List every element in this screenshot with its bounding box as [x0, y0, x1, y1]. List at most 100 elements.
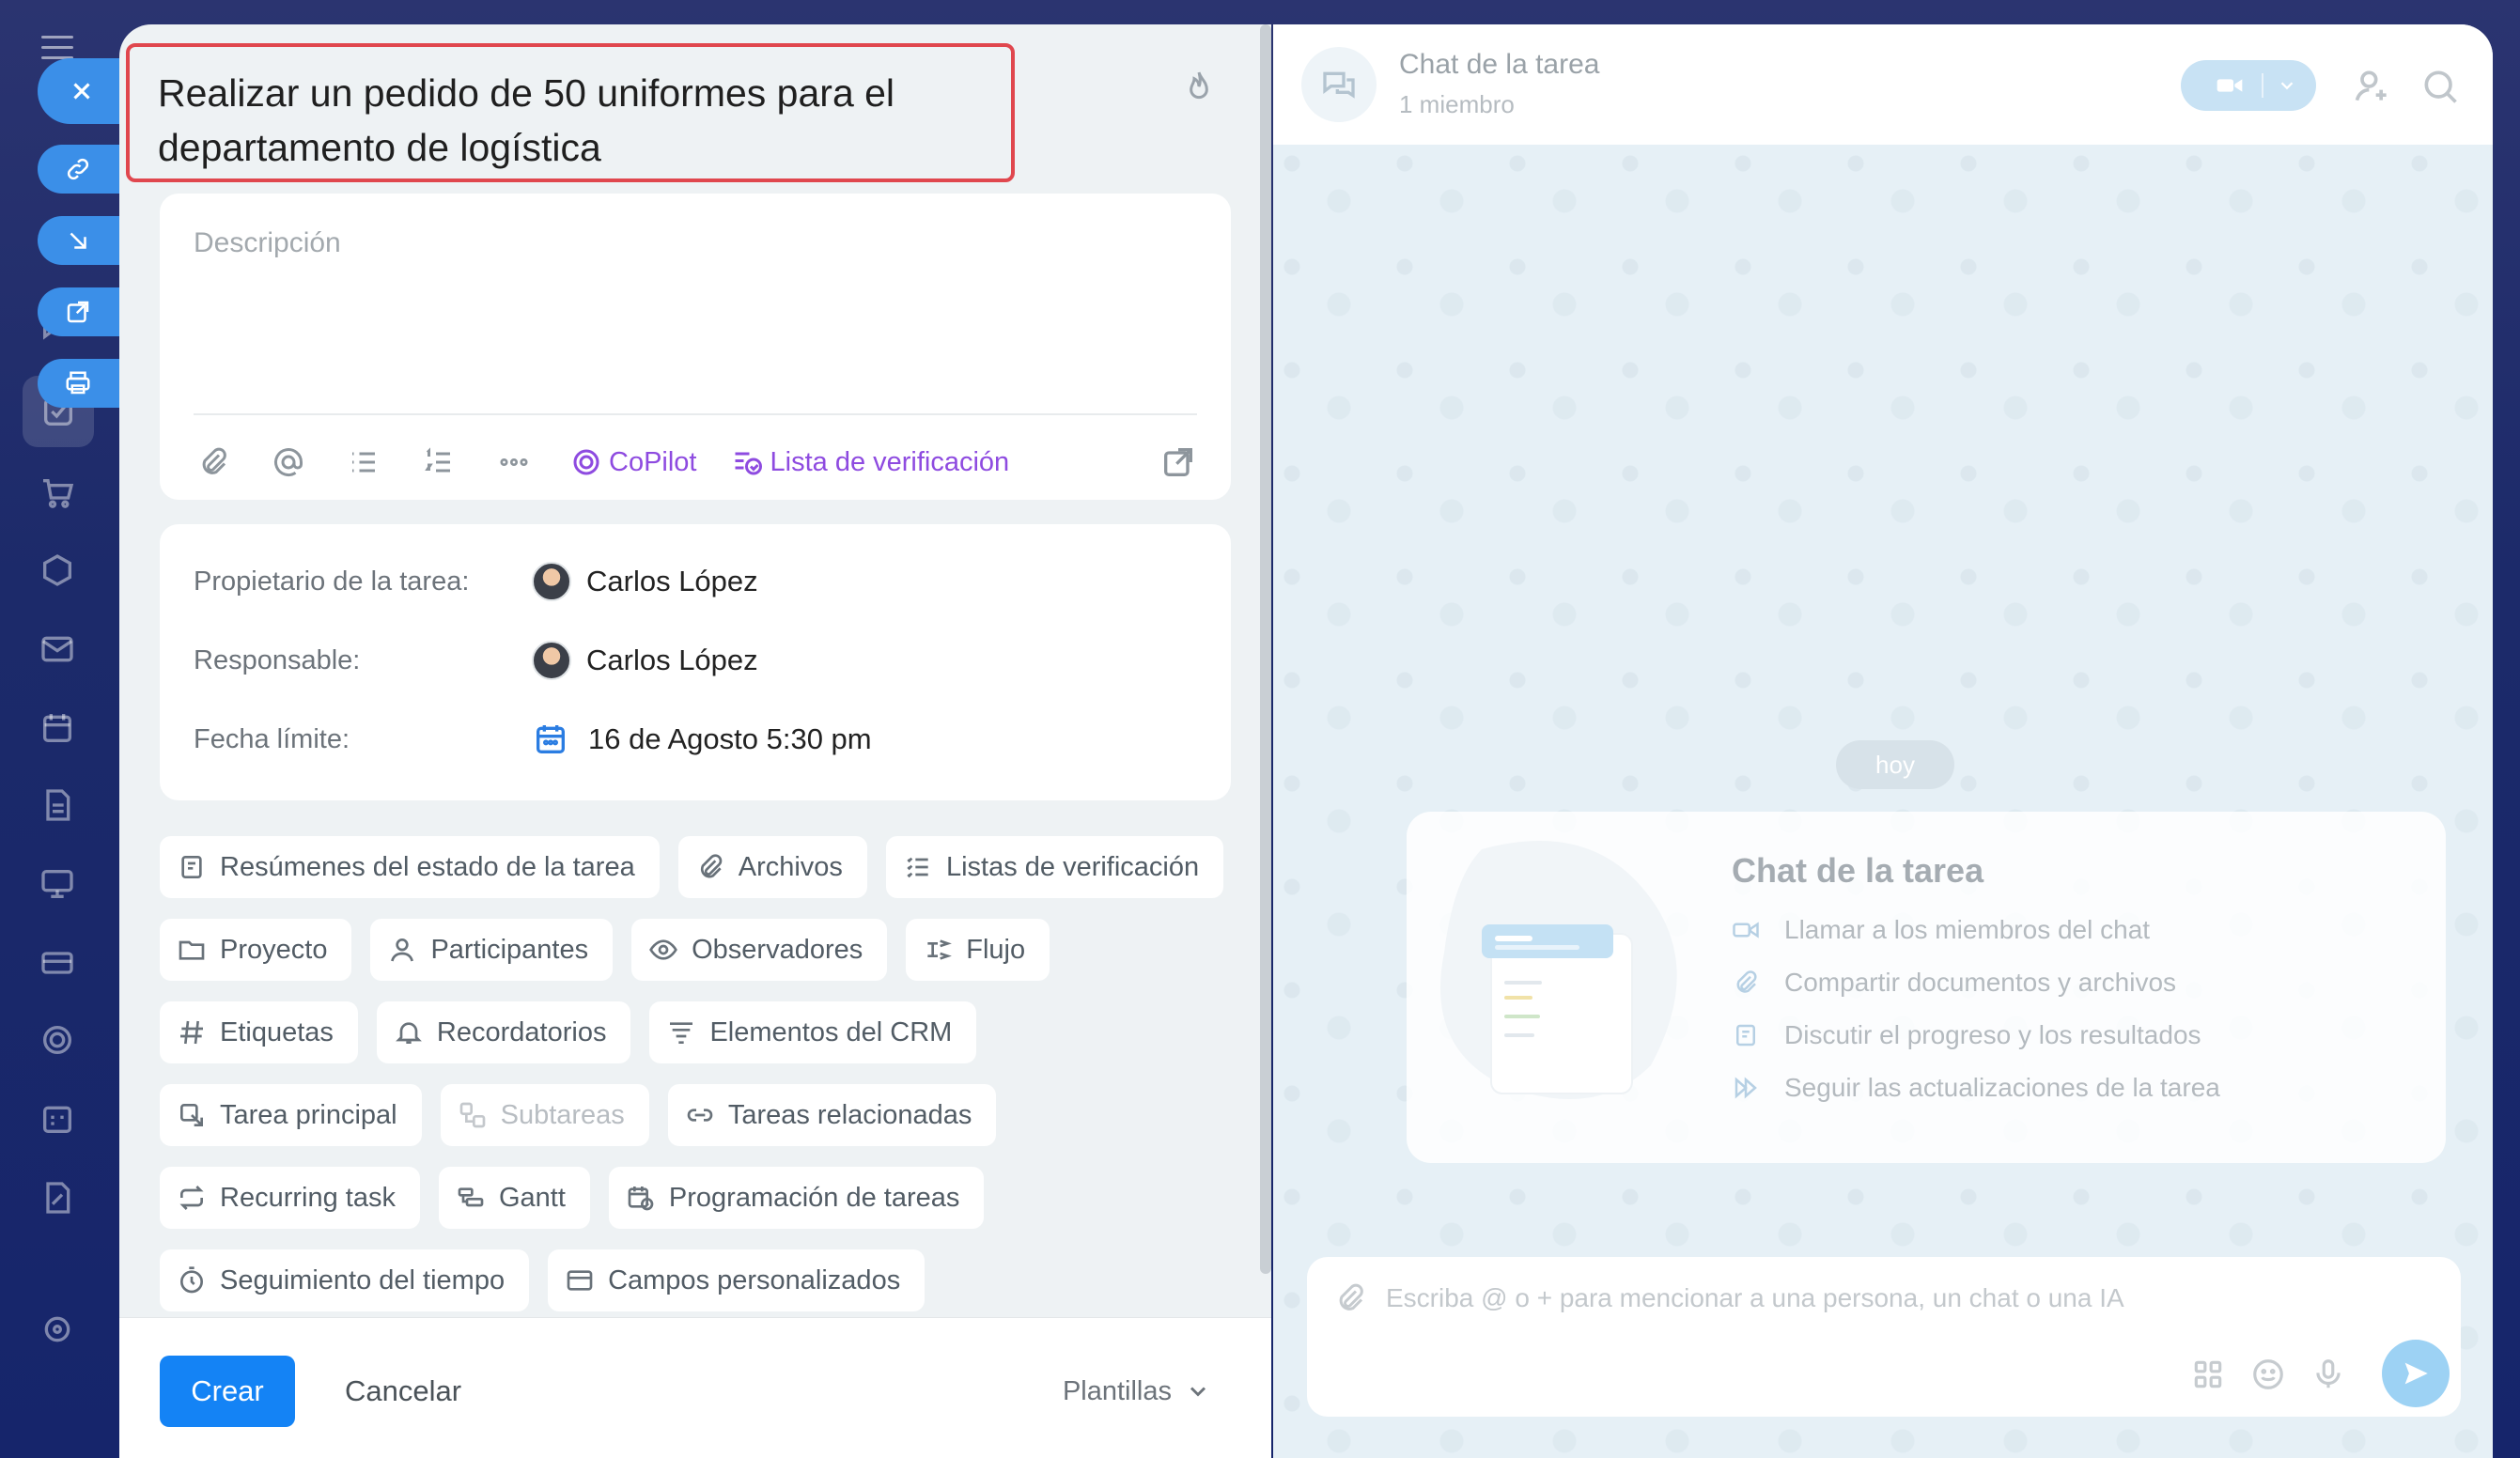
chat-input-placeholder[interactable]: Escriba @ o + para mencionar a una perso… [1386, 1283, 2124, 1313]
fire-icon[interactable] [1180, 68, 1218, 109]
welcome-title: Chat de la tarea [1732, 851, 1984, 890]
chip-time-tracking[interactable]: Seguimiento del tiempo [160, 1249, 530, 1311]
owner-label: Propietario de la tarea: [194, 566, 470, 597]
minimize-button[interactable] [38, 216, 122, 265]
chip-gantt[interactable]: Gantt [438, 1167, 590, 1229]
chip-checklists[interactable]: Listas de verificación [885, 836, 1224, 898]
folder-icon [179, 940, 205, 960]
task-title-input[interactable]: Realizar un pedido de 50 uniformes para … [126, 43, 1015, 182]
chip-label: Seguimiento del tiempo [220, 1264, 506, 1295]
card-icon[interactable] [34, 939, 81, 986]
chip-label: Gantt [498, 1182, 566, 1213]
parent-task-icon [180, 1104, 203, 1126]
flow-icon [927, 939, 953, 960]
close-button[interactable] [38, 58, 126, 124]
video-camera-icon [1733, 922, 1759, 938]
task-footer: Crear Cancelar Plantillas [119, 1317, 1271, 1458]
chip-custom-fields[interactable]: Campos personalizados [548, 1249, 926, 1311]
link-icon [687, 1109, 713, 1122]
repeat-icon [179, 1186, 204, 1210]
chip-label: Flujo [966, 934, 1026, 965]
chat-member-count[interactable]: 1 miembro [1399, 90, 1515, 119]
chevron-down-icon [1190, 1387, 1206, 1397]
presentation-icon[interactable] [34, 861, 81, 907]
description-editor[interactable]: Descripción CoPilot Lista de verificació… [160, 194, 1231, 500]
numbered-list-icon[interactable] [419, 442, 459, 482]
deadline-value[interactable]: 16 de Agosto 5:30 pm [532, 721, 872, 758]
welcome-item-share: Compartir documentos y archivos [1732, 968, 2176, 998]
checklist-icon [907, 857, 928, 878]
chip-parent-task[interactable]: Tarea principal [160, 1084, 422, 1146]
microphone-icon[interactable] [2310, 1357, 2346, 1392]
mail-icon[interactable] [34, 626, 81, 673]
chip-flow[interactable]: Flujo [906, 919, 1050, 981]
chip-row: Etiquetas Recordatorios Elementos del CR… [160, 1001, 995, 1063]
emoji-icon[interactable] [2250, 1357, 2286, 1392]
attach-icon[interactable] [194, 442, 233, 482]
calendar-icon[interactable] [34, 705, 81, 752]
create-button[interactable]: Crear [160, 1356, 295, 1427]
hexagon-icon[interactable] [34, 547, 81, 594]
chip-crm-items[interactable]: Elementos del CRM [649, 1001, 977, 1063]
chip-task-scheduling[interactable]: Programación de tareas [608, 1167, 985, 1229]
chat-title: Chat de la tarea [1399, 49, 1600, 80]
mention-icon[interactable] [269, 442, 308, 482]
copy-link-button[interactable] [38, 145, 122, 194]
chat-header: Chat de la tarea 1 miembro [1273, 24, 2493, 145]
attach-icon[interactable] [1333, 1281, 1367, 1315]
chip-recurring-task[interactable]: Recurring task [160, 1167, 420, 1229]
chip-project[interactable]: Proyecto [160, 919, 352, 981]
chip-label: Subtareas [500, 1099, 625, 1130]
expand-editor-icon[interactable] [1159, 443, 1197, 481]
search-icon[interactable] [2419, 66, 2461, 107]
copilot-icon [573, 449, 599, 475]
hashtag-icon [180, 1020, 203, 1045]
chip-label: Recordatorios [436, 1016, 607, 1047]
chevron-down-icon[interactable] [2277, 75, 2297, 96]
chip-related-tasks[interactable]: Tareas relacionadas [667, 1084, 997, 1146]
chip-participants[interactable]: Participantes [370, 919, 614, 981]
welcome-item-label: Discutir el progreso y los resultados [1784, 1020, 2201, 1049]
copilot-button[interactable]: CoPilot [569, 445, 697, 479]
owner-row: Propietario de la tarea: Carlos López [194, 558, 1199, 605]
chip-status-summaries[interactable]: Resúmenes del estado de la tarea [160, 836, 660, 898]
task-panel-scrollbar[interactable] [1260, 24, 1271, 1274]
apps-grid-icon[interactable] [2190, 1357, 2226, 1392]
document-icon[interactable] [34, 782, 81, 829]
settings-icon[interactable] [34, 1306, 81, 1353]
calendar-icon [537, 725, 565, 753]
target-icon[interactable] [34, 1016, 81, 1063]
chip-row: Tarea principal Subtareas Tareas relacio… [160, 1084, 1015, 1146]
sign-icon[interactable] [34, 1174, 81, 1221]
chip-observers[interactable]: Observadores [631, 919, 888, 981]
chat-message-input[interactable]: Escriba @ o + para mencionar a una perso… [1307, 1257, 2461, 1417]
checklist-button[interactable]: Lista de verificación [731, 445, 1009, 479]
chip-label: Tarea principal [220, 1099, 397, 1130]
owner-value[interactable]: Carlos López [532, 562, 758, 601]
owner-name[interactable]: Carlos López [586, 565, 758, 598]
grid-calendar-icon[interactable] [34, 1095, 81, 1142]
eye-icon [649, 939, 677, 960]
welcome-item-label: Seguir las actualizaciones de la tarea [1784, 1073, 2220, 1102]
send-button[interactable] [2382, 1340, 2450, 1407]
chip-reminders[interactable]: Recordatorios [376, 1001, 631, 1063]
responsible-name[interactable]: Carlos López [586, 644, 758, 677]
more-icon[interactable] [494, 442, 534, 482]
chip-files[interactable]: Archivos [677, 836, 867, 898]
video-call-button[interactable] [2181, 60, 2316, 111]
cart-icon[interactable] [34, 470, 81, 517]
task-chat-panel: Chat de la tarea 1 miembro hoy Chat de l… [1273, 24, 2493, 1458]
print-button[interactable] [38, 359, 122, 408]
description-placeholder[interactable]: Descripción [194, 227, 341, 259]
attach-icon [700, 854, 723, 878]
open-new-window-button[interactable] [38, 287, 122, 336]
deadline-text[interactable]: 16 de Agosto 5:30 pm [588, 722, 872, 756]
responsible-value[interactable]: Carlos López [532, 641, 758, 680]
chip-label: Archivos [738, 851, 843, 882]
cancel-button[interactable]: Cancelar [345, 1356, 461, 1427]
bullet-list-icon[interactable] [344, 442, 383, 482]
chip-tags[interactable]: Etiquetas [160, 1001, 358, 1063]
chip-subtasks[interactable]: Subtareas [440, 1084, 649, 1146]
templates-dropdown[interactable]: Plantillas [1063, 1356, 1211, 1427]
add-user-icon[interactable] [2352, 66, 2393, 107]
